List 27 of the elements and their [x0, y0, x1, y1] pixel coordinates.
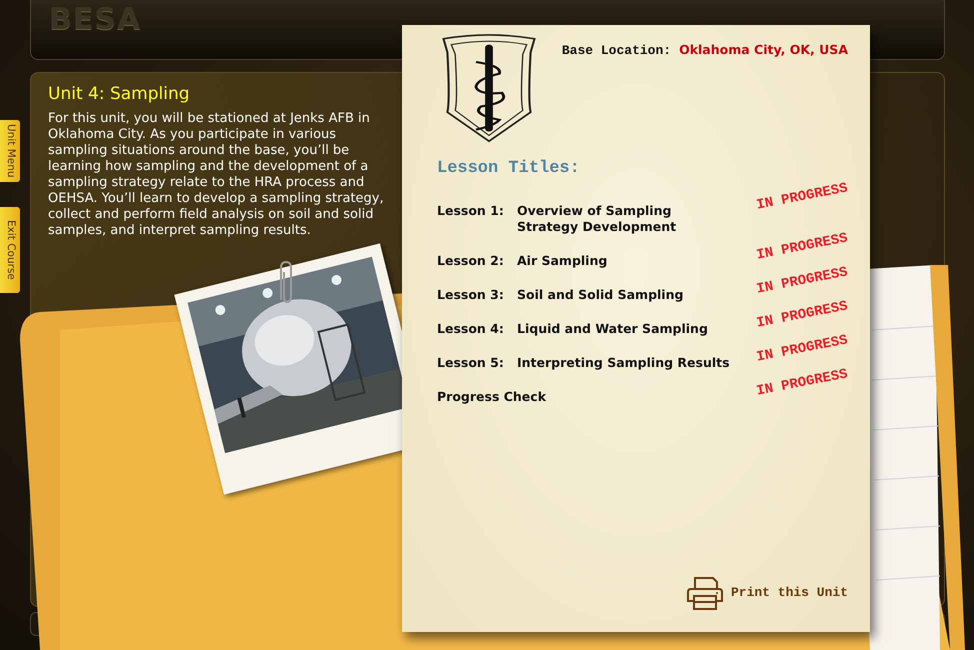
lesson-number: Lesson 3:	[437, 287, 505, 304]
lesson-link[interactable]: Soil and Solid Sampling	[517, 287, 733, 304]
lesson-number: Lesson 4:	[437, 321, 505, 338]
logo: BESA	[49, 5, 142, 35]
status-label: IN PROGRESS	[754, 264, 849, 298]
print-link[interactable]: Print this Unit	[730, 583, 848, 603]
status-label: IN PROGRESS	[754, 298, 849, 332]
lesson-link[interactable]: Overview of Sampling Strategy Development	[517, 203, 733, 236]
base-location-value: Oklahoma City, OK, USA	[679, 41, 848, 59]
base-location-label: Base Location:	[562, 42, 672, 60]
lesson-link[interactable]: Progress Check	[437, 389, 546, 406]
unit-description: For this unit, you will be stationed at Jenks AFB in Oklahoma City. As you participate in various sampling situations around the base, you’ll be learning how sampling and the development of a sampling strategy relate to the HRA process and OEHSA. You’ll learn to develop a sampling strategy, collect and perform field analysis on soil and solid samples, and interpret sampling results.	[48, 111, 385, 239]
status-label: IN PROGRESS	[754, 230, 849, 264]
status-label: IN PROGRESS	[754, 366, 849, 400]
lesson-number: Lesson 2:	[437, 253, 505, 270]
side-tab[interactable]: Exit Course	[0, 207, 20, 293]
lesson-number: Lesson 1:	[437, 203, 505, 220]
status-label: IN PROGRESS	[754, 332, 849, 366]
side-tab[interactable]: Unit Menu	[0, 120, 20, 182]
lesson-titles-heading: Lesson Titles:	[437, 159, 581, 180]
lesson-link[interactable]: Air Sampling	[517, 253, 733, 270]
lesson-link[interactable]: Interpreting Sampling Results	[517, 355, 733, 372]
printer-icon	[686, 576, 723, 610]
lesson-number: Lesson 5:	[437, 355, 505, 372]
unit-title: Unit 4: Sampling	[48, 84, 190, 104]
status-label: IN PROGRESS	[754, 180, 849, 214]
lesson-link[interactable]: Liquid and Water Sampling	[517, 321, 733, 338]
